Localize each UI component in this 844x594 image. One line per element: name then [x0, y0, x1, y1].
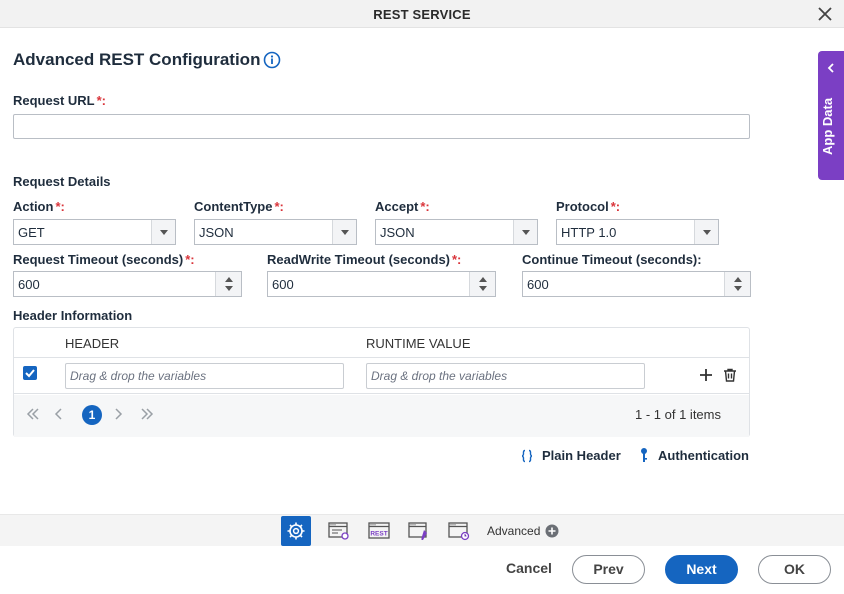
page-title: Advanced REST Configuration	[13, 50, 261, 69]
authentication-link[interactable]: Authentication	[658, 448, 749, 463]
items-count: 1 - 1 of 1 items	[635, 407, 721, 422]
runtime-value-drop-field[interactable]: Drag & drop the variables	[366, 363, 645, 389]
continue-timeout-label: Continue Timeout (seconds):	[522, 252, 702, 267]
decrement-icon[interactable]	[734, 286, 742, 291]
ok-button[interactable]: OK	[758, 555, 831, 584]
last-page-icon[interactable]	[140, 407, 154, 421]
bottom-toolbar: REST Advanced	[0, 514, 844, 546]
accept-label: Accept *:	[375, 199, 430, 214]
window-link-icon	[328, 522, 349, 540]
stepper-buttons[interactable]	[724, 272, 750, 296]
stepper-buttons[interactable]	[215, 272, 241, 296]
grid-header: HEADER RUNTIME VALUE	[14, 328, 749, 358]
trash-icon[interactable]	[722, 367, 738, 383]
plus-circle-icon[interactable]	[545, 524, 559, 538]
readwrite-timeout-label: ReadWrite Timeout (seconds) *:	[267, 252, 462, 267]
chevron-left-icon[interactable]	[826, 63, 836, 73]
key-icon[interactable]	[638, 447, 650, 463]
header-information-label: Header Information	[13, 308, 133, 323]
grid-pager: 1 1 - 1 of 1 items	[14, 395, 749, 437]
title-bar: REST SERVICE	[0, 0, 844, 28]
advanced-label[interactable]: Advanced	[487, 524, 540, 538]
column-header: HEADER	[65, 336, 120, 351]
increment-icon[interactable]	[734, 277, 742, 282]
accept-select[interactable]: JSON	[375, 219, 538, 245]
prev-button[interactable]: Prev	[572, 555, 645, 584]
action-label: Action *:	[13, 199, 65, 214]
decrement-icon[interactable]	[225, 286, 233, 291]
app-data-label: App Data	[820, 97, 835, 155]
continue-timeout-value: 600	[527, 277, 549, 292]
chevron-down-icon[interactable]	[151, 220, 175, 244]
content-type-label: ContentType *:	[194, 199, 284, 214]
request-url-input[interactable]	[13, 114, 750, 139]
next-button[interactable]: Next	[665, 555, 738, 584]
prev-page-icon[interactable]	[52, 407, 66, 421]
window-clock-icon	[448, 522, 470, 541]
accept-value: JSON	[380, 225, 415, 240]
plain-header-link[interactable]: Plain Header	[542, 448, 621, 463]
content-type-select[interactable]: JSON	[194, 219, 357, 245]
column-runtime-value: RUNTIME VALUE	[366, 336, 471, 351]
decrement-icon[interactable]	[479, 286, 487, 291]
next-page-icon[interactable]	[111, 407, 125, 421]
row-checkbox[interactable]	[23, 366, 37, 380]
window-title: REST SERVICE	[373, 7, 471, 22]
header-grid: HEADER RUNTIME VALUE Drag & drop the var…	[13, 327, 750, 437]
table-row: Drag & drop the variables Drag & drop th…	[14, 358, 749, 394]
plus-icon[interactable]	[698, 367, 714, 383]
request-timeout-label: Request Timeout (seconds) *:	[13, 252, 195, 267]
increment-icon[interactable]	[479, 277, 487, 282]
request-url-label: Request URL *:	[13, 93, 107, 108]
request-timeout-value: 600	[18, 277, 40, 292]
action-select[interactable]: GET	[13, 219, 176, 245]
gear-button[interactable]	[281, 516, 311, 546]
action-value: GET	[18, 225, 45, 240]
readwrite-timeout-stepper[interactable]: 600	[267, 271, 496, 297]
window-edit-button[interactable]	[403, 516, 433, 546]
protocol-value: HTTP 1.0	[561, 225, 617, 240]
rest-icon: REST	[368, 522, 390, 539]
window-clock-button[interactable]	[443, 516, 473, 546]
check-icon	[25, 369, 35, 378]
readwrite-timeout-value: 600	[272, 277, 294, 292]
cancel-button[interactable]: Cancel	[500, 555, 558, 584]
rest-button[interactable]: REST	[363, 516, 393, 546]
current-page[interactable]: 1	[82, 405, 102, 425]
stepper-buttons[interactable]	[469, 272, 495, 296]
protocol-select[interactable]: HTTP 1.0	[556, 219, 719, 245]
window-edit-icon	[408, 522, 427, 540]
first-page-icon[interactable]	[26, 407, 40, 421]
chevron-down-icon[interactable]	[332, 220, 356, 244]
chevron-down-icon[interactable]	[694, 220, 718, 244]
protocol-label: Protocol *:	[556, 199, 621, 214]
content-type-value: JSON	[199, 225, 234, 240]
request-details-label: Request Details	[13, 174, 111, 189]
window-link-button[interactable]	[323, 516, 353, 546]
header-drop-field[interactable]: Drag & drop the variables	[65, 363, 344, 389]
info-icon[interactable]	[263, 51, 281, 69]
gear-icon	[287, 522, 305, 540]
close-icon[interactable]	[816, 5, 834, 23]
continue-timeout-stepper[interactable]: 600	[522, 271, 751, 297]
braces-icon[interactable]	[520, 449, 534, 463]
chevron-down-icon[interactable]	[513, 220, 537, 244]
rest-badge: REST	[370, 531, 387, 538]
increment-icon[interactable]	[225, 277, 233, 282]
request-timeout-stepper[interactable]: 600	[13, 271, 242, 297]
app-data-tab[interactable]: App Data	[818, 51, 844, 180]
